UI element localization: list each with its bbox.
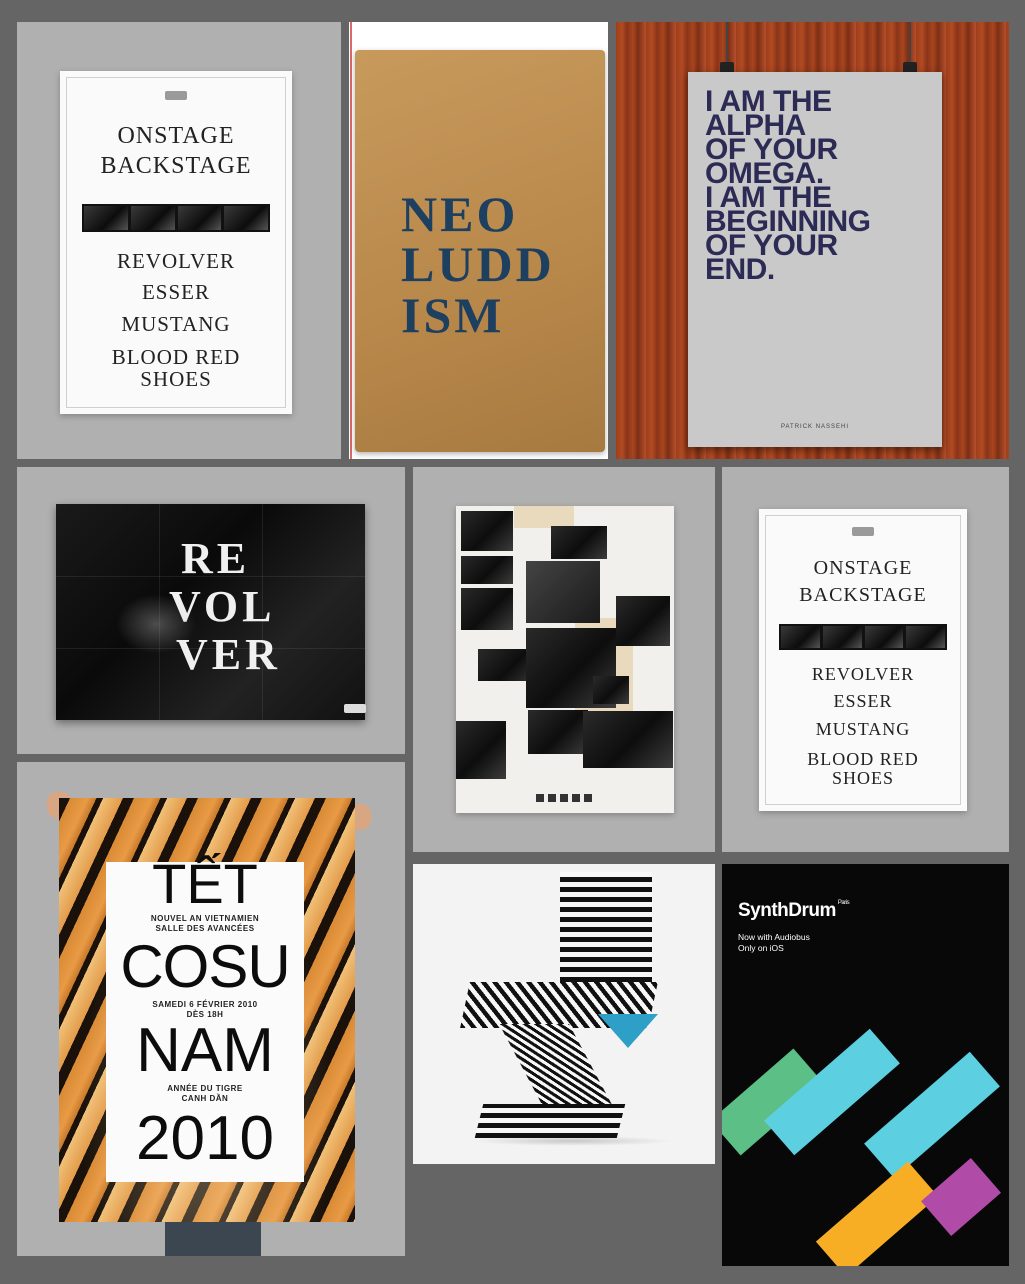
tet-line: NAM [136,1016,274,1085]
tile-neo-luddism: NEO LUDD ISM [349,22,608,459]
band-photo [528,710,588,754]
tet-subline: NOUVEL AN VIETNAMIEN [150,914,260,923]
tile-onstage-poster-1: ONSTAGE BACKSTAGE REVOLVER ESSER MUSTANG… [17,22,341,459]
tet-line: TẾT [152,852,258,915]
tile-tet-poster: TẾT NOUVEL AN VIETNAMIEN SALLE DES AVANC… [17,762,405,1256]
kraft-cover: NEO LUDD ISM [355,50,605,452]
levis-logo [344,704,366,713]
alpha-line: END. [705,253,775,286]
chair-back [560,872,652,982]
band-name: MUSTANG [121,312,231,336]
poster-title-onstage: ONSTAGE [813,557,913,579]
band-name: SHOES [140,367,212,391]
band-photo [461,556,513,584]
band-name: REVOLVER [116,249,236,273]
tile-chair-photo [413,864,715,1164]
hanging-wire [726,22,728,64]
onstage-poster-sheet: ONSTAGE BACKSTAGE REVOLVER ESSER MUSTANG… [759,509,967,811]
tet-poster-sheet: TẾT NOUVEL AN VIETNAMIEN SALLE DES AVANC… [106,854,304,1182]
synth-bar-orange [815,1161,939,1266]
synthdrum-title: SynthDrum Paris [738,900,850,922]
band-photo [593,676,629,704]
alpha-poster-sheet: I AM THE ALPHA OF YOUR OMEGA. I AM THE B… [688,72,942,447]
levis-logo [165,91,187,100]
band-name: BLOOD RED [807,749,919,769]
tile-collage-poster [413,467,715,852]
drum-kit-photo [116,594,196,654]
band-name: SHOES [831,768,894,788]
synthdrum-title-text: SynthDrum [738,900,836,921]
tile-alpha-poster: I AM THE ALPHA OF YOUR OMEGA. I AM THE B… [616,22,1009,459]
poster-title-backstage: BACKSTAGE [799,584,927,606]
chair-blue-accent [598,1014,658,1048]
band-photo [461,511,513,551]
beige-block [514,506,574,528]
tet-line: COSU [120,933,290,1000]
neo-title-line: LUDD [401,236,555,292]
tet-subline: ANNÉE DU TIGRE [167,1084,243,1093]
synth-bar-magenta [921,1157,1001,1237]
thumbnail-row [536,794,596,802]
chair-base [474,1104,626,1138]
synthdrum-tagline: Now with Audiobus [738,932,810,942]
tile-revolver-poster: RE VOL VER [17,467,405,754]
band-name: ESSER [833,691,893,711]
levis-logo [852,527,874,536]
tet-subline: CANH DẦN [181,1094,229,1103]
alpha-credit: PATRICK NASSEHI [780,424,850,430]
tile-onstage-poster-2: ONSTAGE BACKSTAGE REVOLVER ESSER MUSTANG… [722,467,1009,852]
revolver-line: RE [181,534,251,583]
hanging-wire [909,22,911,64]
photo-strip [82,204,270,232]
synthdrum-superscript: Paris [837,900,850,906]
tet-subline: SALLE DES AVANCÉES [155,924,255,933]
tet-line: 2010 [136,1104,274,1173]
band-photo [551,526,607,559]
revolver-folded-poster: RE VOL VER [56,504,366,720]
poster-title-onstage: ONSTAGE [117,123,235,149]
binding-thread [350,22,352,459]
band-name: MUSTANG [815,719,911,739]
onstage-poster-sheet: ONSTAGE BACKSTAGE REVOLVER ESSER MUSTANG… [60,71,292,414]
band-name: ESSER [141,280,211,304]
band-photo [461,588,513,630]
band-photo [616,596,670,646]
neo-title-line: ISM [401,287,505,343]
collage-poster-sheet [456,506,674,813]
tet-subline: SAMEDI 6 FÉVRIER 2010 [152,1000,258,1009]
chair-shadow [473,1136,673,1146]
poster-title-backstage: BACKSTAGE [100,153,252,179]
band-name: REVOLVER [811,664,915,684]
band-photo [456,721,506,779]
band-photo [583,711,673,768]
synthdrum-tagline: Only on iOS [738,943,784,953]
photo-strip [779,624,947,650]
tile-synthdrum-poster: SynthDrum Paris Now with Audiobus Only on… [722,864,1009,1266]
band-photo [526,561,600,623]
